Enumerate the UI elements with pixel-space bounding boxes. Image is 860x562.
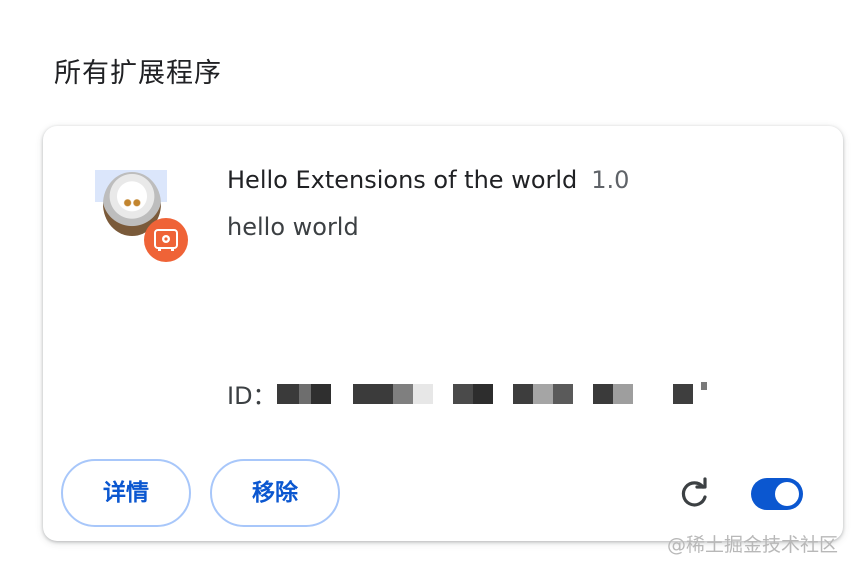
unpacked-extension-badge-icon bbox=[144, 218, 188, 262]
extension-version: 1.0 bbox=[591, 166, 630, 194]
extension-icon bbox=[95, 170, 191, 266]
details-button[interactable]: 详情 bbox=[61, 459, 191, 527]
extension-name: Hello Extensions of the world 1.0 bbox=[227, 164, 629, 196]
extension-card: Hello Extensions of the world 1.0 hello w… bbox=[43, 126, 843, 541]
extension-name-text: Hello Extensions of the world bbox=[227, 166, 578, 194]
watermark-text: @稀土掘金技术社区 bbox=[667, 534, 839, 556]
toggle-knob bbox=[775, 482, 799, 506]
extension-id-label: ID： bbox=[227, 382, 277, 410]
extension-id: ID： bbox=[227, 378, 727, 410]
remove-button[interactable]: 移除 bbox=[210, 459, 340, 527]
reload-icon[interactable] bbox=[677, 477, 711, 511]
enable-toggle[interactable] bbox=[751, 478, 803, 510]
section-title: 所有扩展程序 bbox=[54, 58, 222, 89]
redacted-id-value bbox=[277, 378, 727, 410]
extension-description: hello world bbox=[227, 213, 359, 241]
